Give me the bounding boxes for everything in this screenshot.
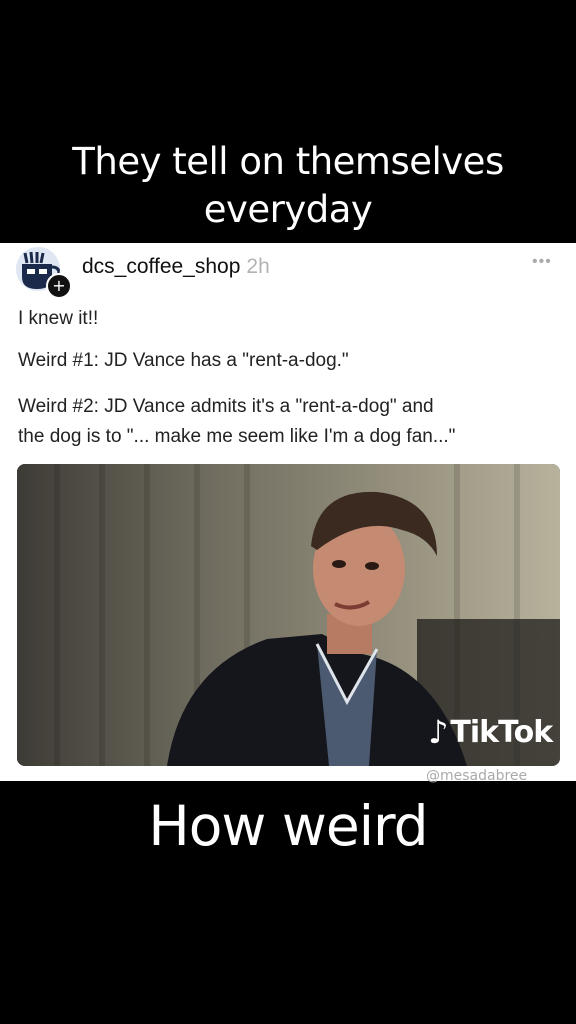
post-text-line-2: Weird #1: JD Vance has a "rent-a-dog." [18, 350, 349, 371]
post-text-line-1: I knew it!! [18, 308, 99, 329]
post-header: dcs_coffee_shop 2h [82, 255, 270, 279]
tiktok-brand-text: TikTok [450, 714, 553, 750]
post-timestamp: 2h [246, 255, 270, 278]
top-caption-line-1: They tell on themselves [72, 140, 504, 183]
top-caption: They tell on themselves everyday [0, 138, 576, 234]
post-text-line-4: the dog is to "... make me seem like I'm… [18, 426, 456, 447]
tiktok-logo-icon: ♪ [428, 713, 449, 751]
username-link[interactable]: dcs_coffee_shop [82, 255, 240, 278]
post-text-line-3: Weird #2: JD Vance admits it's a "rent-a… [18, 396, 434, 417]
follow-plus-icon[interactable]: + [46, 273, 72, 299]
post-card: + dcs_coffee_shop 2h ••• I knew it!! Weir… [0, 243, 576, 781]
bottom-caption: How weird [148, 794, 428, 858]
more-options-icon[interactable]: ••• [532, 253, 552, 271]
tiktok-watermark: ♪ TikTok [428, 712, 553, 752]
top-caption-line-2: everyday [203, 188, 373, 231]
tiktok-handle: @mesadabree [426, 768, 528, 784]
